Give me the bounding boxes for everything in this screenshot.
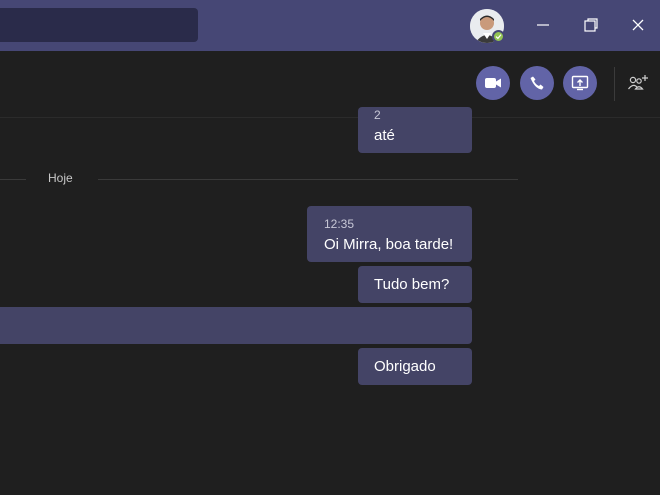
message-bubble[interactable]: 2 até: [358, 107, 472, 153]
message-text: até: [374, 127, 395, 144]
share-screen-icon: [571, 75, 589, 91]
message-bubble[interactable]: Obrigado: [358, 348, 472, 385]
day-divider-label: Hoje: [48, 171, 73, 185]
message-bubble[interactable]: Tudo bem?: [358, 266, 472, 303]
phone-icon: [530, 76, 544, 90]
message-text: Tudo bem?: [374, 276, 450, 293]
close-button[interactable]: [621, 10, 655, 40]
presence-available-icon: [492, 30, 505, 43]
message-bubble[interactable]: 12:35 Oi Mirra, boa tarde!: [307, 206, 472, 262]
minimize-button[interactable]: [526, 10, 560, 40]
message-text: Obrigado: [374, 358, 436, 375]
video-camera-icon: [485, 78, 501, 88]
add-people-icon: [628, 75, 648, 90]
search-input[interactable]: [0, 8, 198, 42]
day-divider-right: [98, 179, 518, 180]
day-divider-left: [0, 179, 26, 180]
minimize-icon: [537, 24, 549, 26]
restore-icon: [584, 18, 598, 32]
maximize-button[interactable]: [574, 10, 608, 40]
share-screen-button[interactable]: [563, 66, 597, 100]
header-divider: [614, 67, 615, 101]
chat-header: [0, 51, 660, 118]
video-call-button[interactable]: [476, 66, 510, 100]
message-bubble[interactable]: [0, 307, 472, 344]
audio-call-button[interactable]: [520, 66, 554, 100]
message-text: Oi Mirra, boa tarde!: [324, 236, 454, 253]
message-timestamp: 2: [374, 108, 381, 122]
close-icon: [632, 19, 644, 31]
add-people-button[interactable]: [626, 72, 650, 96]
message-timestamp: 12:35: [324, 217, 355, 231]
